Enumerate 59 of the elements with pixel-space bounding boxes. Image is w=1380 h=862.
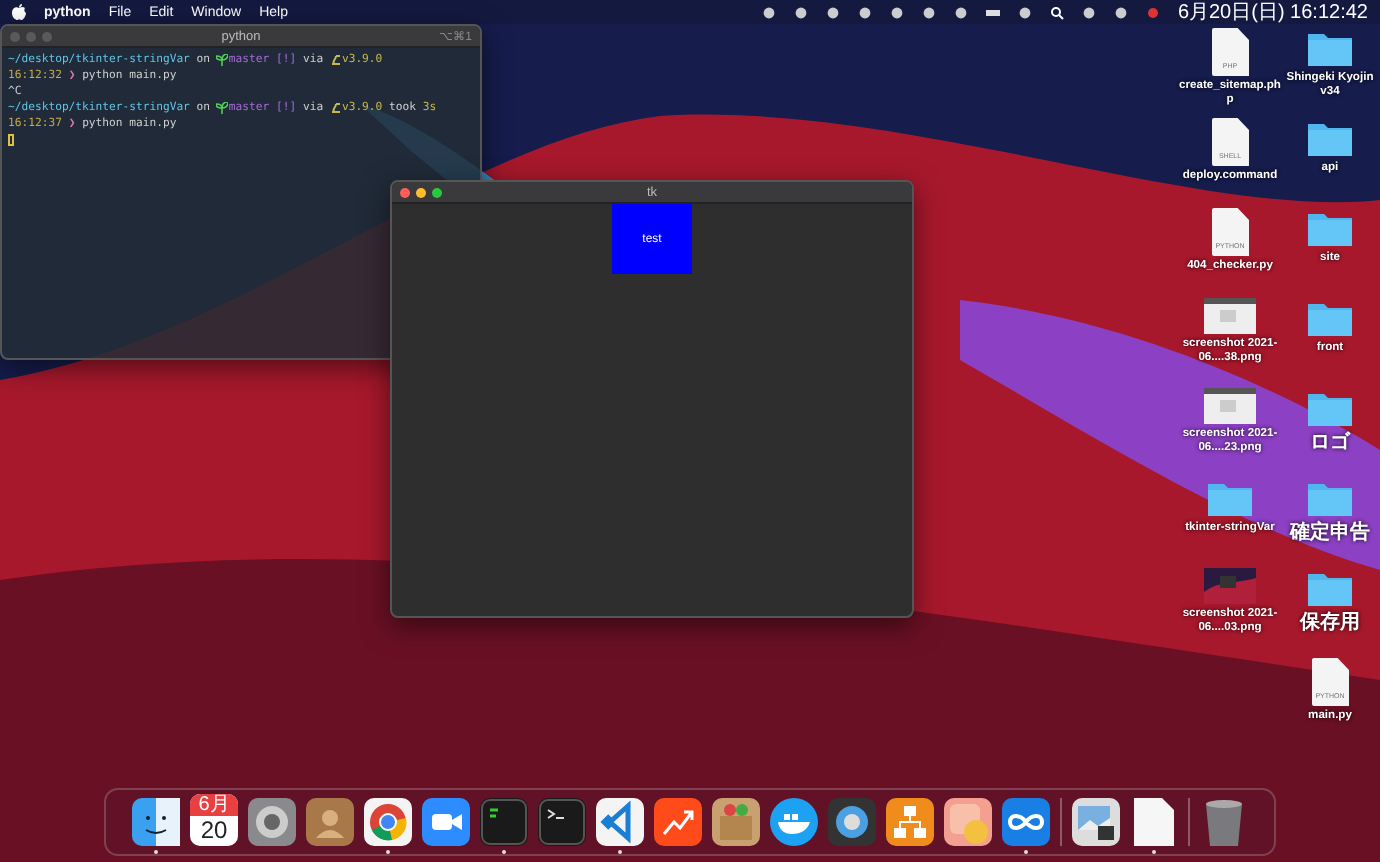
smiling-face-icon[interactable]: [132, 797, 180, 845]
icon-label[interactable]: 保存用: [1278, 612, 1380, 636]
status-icon[interactable]: [793, 5, 808, 19]
sprout-icon: [216, 102, 229, 114]
dock-item[interactable]: 6月 20: [190, 791, 238, 853]
zoom-button[interactable]: [432, 187, 442, 197]
running-indicator: [386, 849, 390, 853]
status-icon[interactable]: [1081, 5, 1096, 19]
folder-icon[interactable]: [1306, 568, 1354, 608]
snake-icon: [329, 102, 342, 114]
status-icon[interactable]: [1113, 5, 1128, 19]
menu-clock[interactable]: 6月20日(日) 16:12:42: [1177, 0, 1368, 26]
running-indicator: [1024, 849, 1028, 853]
screenshot-thumbnail-icon[interactable]: [1204, 568, 1256, 604]
running-indicator: [618, 849, 622, 853]
trash-icon[interactable]: [1204, 797, 1244, 845]
status-icon[interactable]: [825, 5, 840, 19]
infinity-icon[interactable]: [1002, 797, 1050, 845]
calendar-tile[interactable]: 6月 20: [190, 793, 238, 845]
round-logo-icon[interactable]: [364, 797, 412, 845]
status-icon[interactable]: [953, 5, 968, 19]
icon-label[interactable]: ロゴ: [1278, 432, 1380, 456]
folder-icon[interactable]: [1206, 478, 1254, 518]
pill-icon[interactable]: [944, 797, 992, 845]
snake-icon: [329, 54, 342, 66]
box-icon[interactable]: [712, 797, 760, 845]
document-icon[interactable]: [1134, 797, 1174, 845]
screenshot-thumbnail-icon[interactable]: [1204, 388, 1256, 424]
text-cursor: [8, 134, 14, 146]
running-indicator: [154, 849, 158, 853]
search-icon[interactable]: [1049, 5, 1064, 19]
gear-icon[interactable]: [248, 797, 296, 845]
folder-icon[interactable]: [1306, 28, 1354, 68]
folder-icon[interactable]: [1306, 208, 1354, 248]
terminal-icon[interactable]: [480, 797, 528, 845]
folder-icon[interactable]: [1306, 118, 1354, 158]
folder-icon[interactable]: [1306, 298, 1354, 338]
apple-logo-icon[interactable]: [12, 4, 26, 20]
icon-label[interactable]: 確定申告: [1278, 522, 1380, 546]
photo-preview-icon[interactable]: [1072, 797, 1120, 845]
video-camera-icon[interactable]: [422, 797, 470, 845]
calendar-day: 20: [200, 815, 228, 843]
sprout-icon: [216, 54, 229, 66]
minimize-button[interactable]: [416, 187, 426, 197]
status-icon[interactable]: [921, 5, 936, 19]
status-icon[interactable]: [761, 5, 776, 19]
status-icon[interactable]: [857, 5, 872, 19]
screenshot-thumbnail-icon[interactable]: [1204, 298, 1256, 334]
status-icon[interactable]: [889, 5, 904, 19]
code-editor-icon[interactable]: [596, 797, 644, 845]
address-book-icon[interactable]: [306, 797, 354, 845]
running-indicator: [502, 849, 506, 853]
close-button[interactable]: [400, 187, 410, 197]
running-indicator: [1152, 849, 1156, 853]
terminal-icon[interactable]: [538, 797, 586, 845]
status-icon[interactable]: [1017, 5, 1032, 19]
folder-icon[interactable]: [1306, 388, 1354, 428]
whale-icon[interactable]: [770, 797, 818, 845]
diagram-icon[interactable]: [886, 797, 934, 845]
